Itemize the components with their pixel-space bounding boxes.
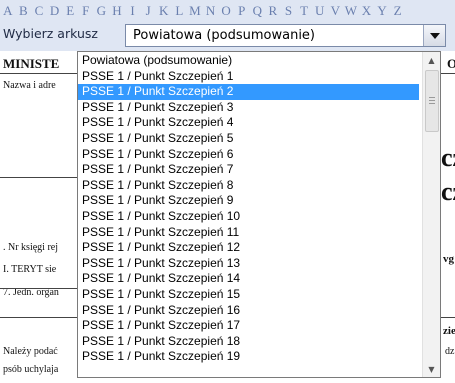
column-letter: U: [314, 3, 325, 18]
column-letter: T: [300, 3, 309, 18]
column-letter: I: [130, 3, 135, 18]
column-letter: S: [284, 3, 293, 18]
scroll-down-icon[interactable]: ▼: [423, 361, 440, 377]
column-letter: L: [175, 3, 184, 18]
document-big-text-2: cz: [441, 177, 455, 206]
column-header-strip: ABCDEFGHIJKLMNOPQRSTUVWXYZ: [0, 0, 455, 18]
dropdown-option[interactable]: Powiatowa (podsumowanie): [78, 53, 419, 69]
column-letter: Z: [393, 3, 402, 18]
divider: [0, 288, 77, 289]
dropdown-option[interactable]: PSSE 1 / Punkt Szczepień 2: [78, 84, 419, 100]
document-big-text-1: cz: [441, 143, 455, 172]
column-letter: J: [145, 3, 151, 18]
dropdown-option[interactable]: PSSE 1 / Punkt Szczepień 11: [78, 225, 419, 241]
dropdown-option[interactable]: PSSE 1 / Punkt Szczepień 14: [78, 271, 419, 287]
document-header-right: O: [447, 56, 455, 71]
dropdown-option[interactable]: PSSE 1 / Punkt Szczepień 12: [78, 240, 419, 256]
scroll-thumb[interactable]: [425, 70, 439, 132]
column-letter: E: [66, 3, 75, 18]
document-side-text: vg: [443, 253, 454, 265]
column-letter: K: [159, 3, 169, 18]
dropdown-option[interactable]: PSSE 1 / Punkt Szczepień 17: [78, 318, 419, 334]
divider: [441, 317, 455, 318]
dropdown-option[interactable]: PSSE 1 / Punkt Szczepień 13: [78, 256, 419, 272]
sheet-select-value: Powiatowa (podsumowanie): [133, 28, 315, 43]
dropdown-option[interactable]: PSSE 1 / Punkt Szczepień 1: [78, 69, 419, 85]
grip-line: [429, 97, 435, 98]
column-letter: F: [82, 3, 90, 18]
name-address-label: Nazwa i adre: [3, 80, 56, 91]
register-number-label: . Nr księgi rej: [3, 242, 58, 253]
dropdown-option[interactable]: PSSE 1 / Punkt Szczepień 5: [78, 131, 419, 147]
column-letter: X: [361, 3, 372, 18]
dropdown-option[interactable]: PSSE 1 / Punkt Szczepień 15: [78, 287, 419, 303]
dropdown-option[interactable]: PSSE 1 / Punkt Szczepień 3: [78, 100, 419, 116]
divider: [0, 317, 77, 318]
dropdown-scrollbar[interactable]: ▲ ▼: [422, 52, 440, 377]
sheet-select[interactable]: Powiatowa (podsumowanie): [125, 24, 446, 47]
column-letter: Y: [377, 3, 387, 18]
dropdown-option[interactable]: PSSE 1 / Punkt Szczepień 9: [78, 193, 419, 209]
sheet-selector-label: Wybierz arkusz: [3, 26, 98, 41]
dropdown-option[interactable]: PSSE 1 / Punkt Szczepień 6: [78, 147, 419, 163]
column-letter: Q: [252, 3, 262, 18]
column-letter: B: [19, 3, 28, 18]
divider: [0, 177, 77, 178]
grip-line: [429, 100, 435, 101]
column-letter: H: [112, 3, 122, 18]
sheet-select-dropdown-button[interactable]: [423, 25, 445, 46]
document-side-text: zie: [443, 325, 455, 337]
dropdown-option[interactable]: PSSE 1 / Punkt Szczepień 7: [78, 162, 419, 178]
dropdown-option[interactable]: PSSE 1 / Punkt Szczepień 4: [78, 115, 419, 131]
column-letter: N: [205, 3, 216, 18]
dropdown-option[interactable]: PSSE 1 / Punkt Szczepień 16: [78, 303, 419, 319]
column-letter: V: [330, 3, 340, 18]
sheet-dropdown-list[interactable]: PSSE 1 / Punkt Szczepień 19 PSSE 1 / Punk…: [77, 51, 441, 378]
instruction-text: Należy podać: [3, 346, 58, 357]
column-letter: O: [221, 3, 231, 18]
column-letter: W: [344, 3, 357, 18]
column-letter: P: [238, 3, 246, 18]
chevron-down-icon: [429, 32, 440, 39]
dropdown-option[interactable]: PSSE 1 / Punkt Szczepień 10: [78, 209, 419, 225]
instruction-text: psób uchylaja: [3, 364, 59, 375]
dropdown-option[interactable]: PSSE 1 / Punkt Szczepień 8: [78, 178, 419, 194]
teryt-label: I. TERYT sie: [3, 264, 57, 275]
grip-line: [429, 103, 435, 104]
sheet-selector-bar: Wybierz arkusz Powiatowa (podsumowanie): [0, 18, 455, 51]
document-header-left: MINISTE: [3, 56, 60, 71]
column-letter: R: [268, 3, 278, 18]
scroll-up-icon[interactable]: ▲: [423, 52, 440, 68]
dropdown-option[interactable]: PSSE 1 / Punkt Szczepień 18: [78, 334, 419, 350]
column-letter: C: [34, 3, 44, 18]
column-letter: D: [49, 3, 60, 18]
column-letter: A: [3, 3, 13, 18]
document-side-text: dz: [445, 346, 455, 357]
column-letter: G: [96, 3, 107, 18]
column-letter: M: [189, 3, 201, 18]
dropdown-option[interactable]: PSSE 1 / Punkt Szczepień 19: [78, 349, 419, 365]
